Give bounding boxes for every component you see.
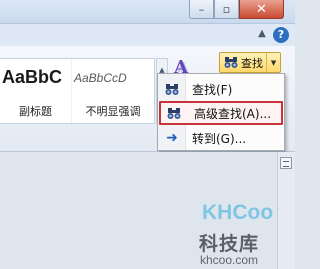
- find-button-label: 查找: [241, 56, 263, 70]
- binoculars-icon: [165, 83, 179, 95]
- style-subtitle[interactable]: AaBbC 副标题: [0, 59, 72, 123]
- style-sample: AaBbCcD: [74, 71, 127, 85]
- watermark-logo: KHCoo: [198, 196, 273, 232]
- menu-item-find[interactable]: 查找(F): [159, 77, 283, 101]
- restore-button[interactable]: ▫: [214, 0, 239, 19]
- ribbon-tab-row: ▲ ?: [0, 24, 295, 46]
- quick-styles-gallery: AaBbC 副标题 AaBbCcD 不明显强调: [0, 58, 155, 124]
- style-sample: AaBbC: [2, 67, 63, 87]
- menu-item-label: 转到(G)...: [192, 131, 247, 146]
- view-ruler-icon[interactable]: [280, 157, 292, 169]
- restore-icon: ▫: [222, 2, 231, 16]
- menu-item-label: 查找(F): [192, 82, 233, 97]
- minimize-icon: –: [198, 2, 205, 16]
- arrow-right-icon: ➜: [166, 130, 178, 146]
- minimize-button[interactable]: –: [189, 0, 214, 19]
- minimize-ribbon-icon[interactable]: ▲: [255, 27, 269, 41]
- binoculars-icon: [224, 57, 238, 68]
- menu-item-goto[interactable]: ➜ 转到(G)...: [159, 126, 283, 150]
- menu-item-advanced-find[interactable]: 高级查找(A)...: [159, 101, 283, 125]
- watermark-title: 科技库: [199, 233, 260, 255]
- style-name: 副标题: [19, 105, 52, 118]
- close-icon: ✕: [256, 1, 267, 17]
- menu-item-label: 高级查找(A)...: [194, 106, 272, 121]
- close-button[interactable]: ✕: [239, 0, 284, 19]
- find-split-button[interactable]: 查找 ▼: [219, 52, 281, 73]
- vertical-scrollbar[interactable]: [277, 152, 295, 269]
- watermark-url: khcoo.com: [200, 253, 259, 267]
- find-dropdown-menu: 查找(F) 高级查找(A)... ➜ 转到(G)...: [157, 73, 285, 151]
- window-title-bar: – ▫ ✕: [0, 0, 295, 24]
- binoculars-icon: [167, 107, 181, 119]
- find-button-main[interactable]: 查找: [220, 53, 268, 72]
- style-subtle-emphasis[interactable]: AaBbCcD 不明显强调: [72, 59, 154, 123]
- help-icon[interactable]: ?: [273, 27, 289, 43]
- style-name: 不明显强调: [85, 105, 141, 118]
- watermark-logo-text: KHCoo: [202, 201, 274, 224]
- chevron-down-icon[interactable]: ▼: [267, 59, 280, 67]
